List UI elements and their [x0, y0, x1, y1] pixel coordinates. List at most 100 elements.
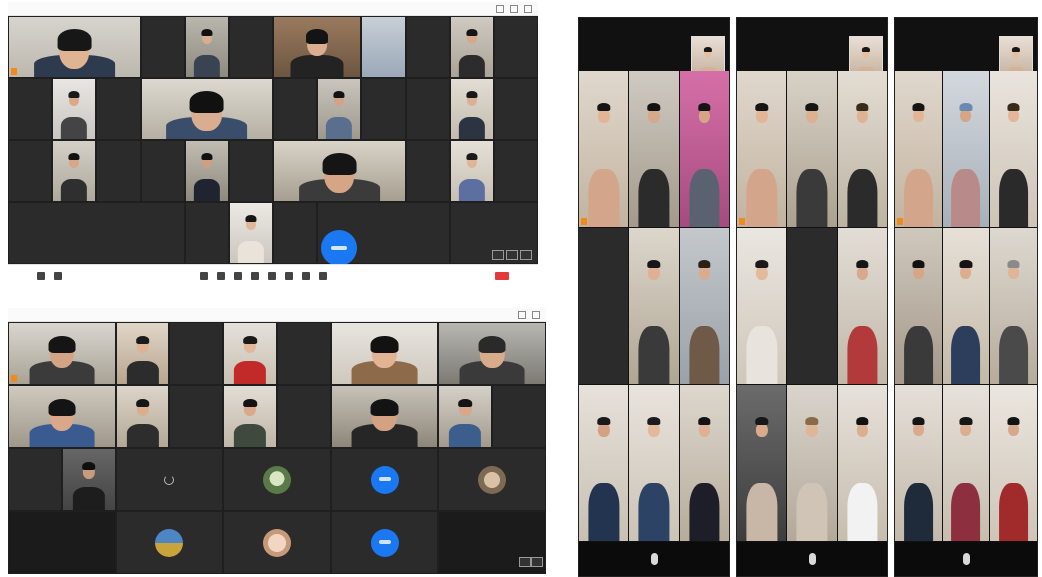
video-tile-off[interactable]: [229, 17, 272, 77]
minimize-icon[interactable]: [518, 310, 526, 319]
video-tile-off[interactable]: [439, 512, 545, 573]
video-tile-avatar[interactable]: [439, 449, 545, 510]
video-tile-off[interactable]: [274, 203, 317, 263]
video-tile-off[interactable]: [9, 79, 52, 139]
video-tile[interactable]: [837, 71, 887, 227]
video-tile-off[interactable]: [141, 141, 184, 201]
mic-icon[interactable]: [650, 553, 658, 565]
video-tile[interactable]: [331, 386, 438, 447]
video-tile[interactable]: [116, 386, 169, 447]
video-tile-avatar[interactable]: [224, 449, 330, 510]
video-tile-off[interactable]: [494, 79, 537, 139]
video-tile-off[interactable]: [170, 386, 223, 447]
video-tile-off[interactable]: [141, 17, 184, 77]
record-button[interactable]: [268, 272, 276, 280]
video-tile[interactable]: [942, 71, 990, 227]
video-tile[interactable]: [679, 71, 729, 227]
video-tile[interactable]: [895, 385, 942, 541]
video-tile-off[interactable]: [9, 141, 52, 201]
video-tile[interactable]: [629, 228, 679, 384]
video-tile[interactable]: [737, 71, 787, 227]
video-tile-avatar[interactable]: [331, 512, 438, 573]
video-tile[interactable]: [895, 228, 942, 384]
video-tile-off[interactable]: [406, 79, 449, 139]
mic-icon[interactable]: [962, 553, 970, 565]
avatar-icon[interactable]: [321, 230, 357, 266]
video-tile-off[interactable]: [9, 203, 184, 263]
video-tile-off[interactable]: [362, 79, 405, 139]
video-tile[interactable]: [579, 71, 629, 227]
share-button[interactable]: [251, 272, 259, 280]
video-tile[interactable]: [9, 17, 140, 77]
video-tile[interactable]: [53, 79, 96, 139]
video-tile[interactable]: [787, 71, 837, 227]
video-tile-loading[interactable]: [116, 449, 223, 510]
more-button[interactable]: [319, 272, 327, 280]
video-tile[interactable]: [990, 228, 1037, 384]
video-tile-off[interactable]: [277, 323, 330, 384]
video-tile-off[interactable]: [274, 79, 317, 139]
video-tile[interactable]: [439, 323, 545, 384]
video-tile[interactable]: [737, 385, 787, 541]
minimize-icon[interactable]: [496, 4, 504, 13]
video-tile[interactable]: [942, 385, 990, 541]
chat-button[interactable]: [234, 272, 242, 280]
video-tile[interactable]: [990, 71, 1037, 227]
video-tile[interactable]: [274, 17, 361, 77]
layout-icon[interactable]: [518, 557, 531, 567]
video-tile[interactable]: [318, 79, 361, 139]
video-tile-off[interactable]: [97, 141, 140, 201]
video-tile-off[interactable]: [406, 141, 449, 201]
video-tile[interactable]: [224, 323, 276, 384]
video-tile[interactable]: [9, 386, 115, 447]
video-tile[interactable]: [274, 141, 405, 201]
video-tile[interactable]: [362, 17, 405, 77]
video-tile-off[interactable]: [170, 323, 223, 384]
video-tile[interactable]: [450, 17, 493, 77]
video-tile[interactable]: [895, 71, 942, 227]
video-tile-avatar[interactable]: [224, 512, 330, 573]
video-tile-off[interactable]: [494, 141, 537, 201]
video-tile[interactable]: [53, 141, 96, 201]
video-tile-off[interactable]: [9, 512, 115, 573]
security-button[interactable]: [200, 272, 208, 280]
video-tile[interactable]: [450, 141, 493, 201]
fullscreen-icon[interactable]: [530, 557, 543, 567]
maximize-icon[interactable]: [510, 4, 518, 13]
video-tile-off[interactable]: [277, 386, 330, 447]
video-tile[interactable]: [629, 385, 679, 541]
video-tile[interactable]: [9, 323, 115, 384]
video-tile-off[interactable]: [9, 449, 61, 510]
video-tile[interactable]: [229, 203, 272, 263]
end-button[interactable]: [495, 272, 509, 280]
video-tile-off[interactable]: [494, 17, 537, 77]
camera-button[interactable]: [54, 272, 62, 280]
video-tile[interactable]: [837, 228, 887, 384]
participants-button[interactable]: [217, 272, 225, 280]
video-tile-avatar[interactable]: [116, 512, 223, 573]
video-tile[interactable]: [62, 449, 115, 510]
video-tile[interactable]: [942, 228, 990, 384]
video-tile[interactable]: [737, 228, 787, 384]
video-tile-off[interactable]: [787, 228, 837, 384]
video-tile[interactable]: [116, 323, 169, 384]
video-tile[interactable]: [331, 323, 438, 384]
close-icon[interactable]: [524, 4, 532, 13]
video-tile-off[interactable]: [97, 79, 140, 139]
video-tile[interactable]: [990, 385, 1037, 541]
video-tile[interactable]: [787, 385, 837, 541]
mic-button[interactable]: [37, 272, 45, 280]
video-tile-off[interactable]: [229, 141, 272, 201]
layout-icon[interactable]: [492, 250, 504, 260]
video-tile[interactable]: [185, 141, 228, 201]
video-tile-off[interactable]: [185, 203, 228, 263]
video-tile[interactable]: [185, 17, 228, 77]
video-tile[interactable]: [579, 385, 629, 541]
reactions-button[interactable]: [285, 272, 293, 280]
video-tile[interactable]: [141, 79, 272, 139]
video-tile-off[interactable]: [579, 228, 629, 384]
video-tile[interactable]: [224, 386, 276, 447]
video-tile-off[interactable]: [493, 386, 545, 447]
fullscreen-icon[interactable]: [506, 250, 518, 260]
video-tile[interactable]: [837, 385, 887, 541]
